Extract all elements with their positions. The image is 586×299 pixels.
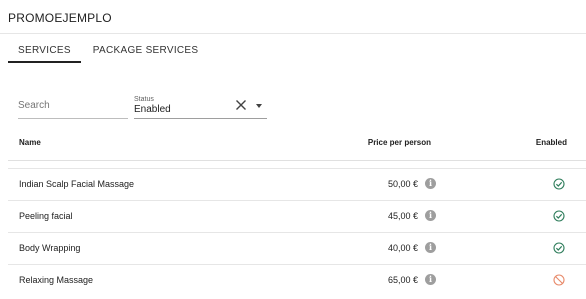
info-icon[interactable]: i bbox=[425, 178, 436, 189]
check-circle-icon bbox=[553, 178, 565, 190]
column-header-name[interactable]: Name bbox=[19, 138, 41, 147]
service-name: Peeling facial bbox=[19, 211, 73, 221]
check-circle-icon bbox=[553, 242, 565, 254]
status-select[interactable]: Status Enabled bbox=[134, 94, 267, 119]
service-price: 40,00 € bbox=[387, 243, 418, 253]
status-select-value: Enabled bbox=[134, 104, 171, 115]
page-title: PROMOEJEMPLO bbox=[8, 11, 112, 25]
check-circle-icon bbox=[553, 210, 565, 222]
tab-package-services[interactable]: PACKAGE SERVICES bbox=[83, 38, 209, 63]
service-name: Indian Scalp Facial Massage bbox=[19, 179, 135, 189]
search-input[interactable] bbox=[18, 94, 128, 116]
info-icon[interactable]: i bbox=[425, 242, 436, 253]
title-divider bbox=[0, 33, 586, 34]
service-name: Relaxing Massage bbox=[19, 275, 94, 285]
table-header-divider bbox=[8, 160, 586, 161]
column-header-enabled[interactable]: Enabled bbox=[536, 138, 567, 147]
info-icon[interactable]: i bbox=[425, 210, 436, 221]
table-body: Indian Scalp Facial Massage 50,00 € i Peeli… bbox=[8, 168, 586, 296]
status-select-label: Status bbox=[134, 96, 154, 103]
table-row[interactable]: Peeling facial 45,00 € i bbox=[8, 200, 586, 232]
search-field bbox=[18, 94, 128, 119]
column-header-price[interactable]: Price per person bbox=[368, 138, 431, 147]
tab-bar: SERVICES PACKAGE SERVICES bbox=[8, 38, 208, 63]
service-price: 65,00 € bbox=[387, 275, 418, 285]
info-icon[interactable]: i bbox=[425, 274, 436, 285]
service-name: Body Wrapping bbox=[19, 243, 81, 253]
arrow-drop-down-icon[interactable] bbox=[256, 104, 262, 108]
table-row[interactable]: Relaxing Massage 65,00 € i bbox=[8, 264, 586, 296]
table-row[interactable]: Indian Scalp Facial Massage 50,00 € i bbox=[8, 168, 586, 200]
block-icon bbox=[553, 274, 565, 286]
table-row[interactable]: Body Wrapping 40,00 € i bbox=[8, 232, 586, 264]
service-price: 50,00 € bbox=[387, 179, 418, 189]
close-icon[interactable] bbox=[235, 99, 247, 111]
tab-services[interactable]: SERVICES bbox=[8, 38, 81, 63]
service-price: 45,00 € bbox=[387, 211, 418, 221]
